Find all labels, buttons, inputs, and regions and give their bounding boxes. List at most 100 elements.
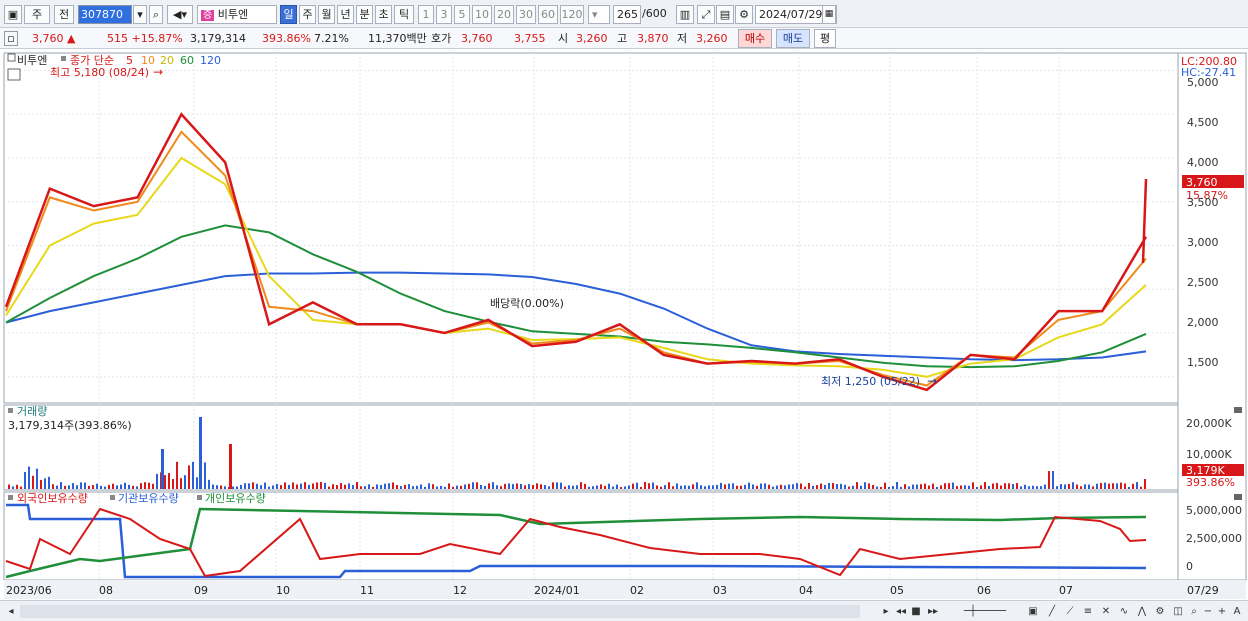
prev-button[interactable]: 전 (54, 5, 74, 24)
volume-bar (924, 483, 926, 489)
volume-bar (736, 485, 738, 489)
period-second[interactable]: 초 (375, 5, 392, 24)
volume-bar (428, 483, 430, 489)
rewind-icon[interactable]: ◂◂ (894, 604, 908, 619)
zoom-out-icon[interactable]: − (1202, 604, 1214, 619)
draw-fib-icon[interactable]: ≡ (1080, 604, 1096, 619)
volume-bar (1080, 486, 1082, 489)
volume-bar (312, 483, 314, 489)
last-price-value: 3,760 (1186, 176, 1218, 189)
period-tick[interactable]: 틱 (394, 5, 414, 24)
scrollbar-track[interactable] (20, 605, 860, 618)
volume-bar (224, 486, 226, 489)
quote-toggle-icon[interactable]: ▫ (4, 31, 18, 46)
volume-bar (696, 482, 698, 489)
volume-bar (448, 483, 450, 489)
interval-20[interactable]: 20 (494, 5, 514, 24)
save-icon[interactable]: ▤ (716, 5, 734, 24)
volume-bar (740, 485, 742, 489)
volume-bar (236, 486, 238, 489)
window-icon[interactable]: ◫ (1170, 604, 1186, 619)
panel-close-icon[interactable] (1234, 494, 1242, 500)
x-axis-label: 05 (890, 584, 904, 597)
draw-line-icon[interactable]: ╱ (1044, 604, 1060, 619)
interval-dropdown[interactable]: ▾ (588, 5, 610, 24)
volume-bar (648, 483, 650, 489)
zoom-slider[interactable]: ─┼───── (948, 604, 1022, 619)
volume-bar (860, 485, 862, 489)
volume-bar (908, 486, 910, 489)
volume-bar (972, 482, 974, 489)
volume-bar (832, 483, 834, 489)
panel-close-icon[interactable] (1234, 407, 1242, 413)
volume-bar (504, 483, 506, 489)
price-chart[interactable]: 비투엔 종가 단순 5 10 20 60 120 최고 5,180 (08/24… (0, 49, 1248, 600)
draw-trend-icon[interactable]: ⟋ (1062, 604, 1078, 619)
draw-pattern-icon[interactable]: ⋀ (1134, 604, 1150, 619)
volume-bar (460, 485, 462, 489)
volume-bar (652, 482, 654, 489)
forward-icon[interactable]: ▸▸ (926, 604, 940, 619)
main-toolbar: ▣ 주 전 307870 ▾ ⌕ ◀▾ 증 비투엔 일 주 월 년 분 초 틱 … (0, 0, 1248, 28)
volume-bar (788, 484, 790, 489)
code-dropdown-icon[interactable]: ▾ (133, 5, 147, 24)
volume-bar (496, 485, 498, 489)
scroll-left-icon[interactable]: ◂ (4, 604, 18, 619)
zoom-in-icon[interactable]: + (1216, 604, 1228, 619)
table-toggle-icon[interactable] (7, 68, 21, 81)
interval-30[interactable]: 30 (516, 5, 536, 24)
period-minute[interactable]: 분 (356, 5, 373, 24)
period-month[interactable]: 월 (318, 5, 335, 24)
buy-button[interactable]: 매수 (738, 29, 772, 48)
volume-bar (96, 483, 98, 489)
candle-type-icon[interactable]: ▥ (676, 5, 694, 24)
interval-120[interactable]: 120 (560, 5, 584, 24)
window-menu-icon[interactable]: ▣ (4, 5, 22, 24)
volume-bar (1068, 483, 1070, 489)
search-icon[interactable]: ⌕ (149, 5, 163, 24)
volume-bar (432, 484, 434, 489)
volume-bar (232, 486, 234, 489)
volume-bar (320, 482, 322, 489)
stock-code-input[interactable]: 307870 (78, 5, 132, 24)
volume-bar (456, 485, 458, 489)
stop-icon[interactable]: ■ (910, 604, 922, 619)
interval-10[interactable]: 10 (472, 5, 492, 24)
volume-bar (348, 483, 350, 489)
market-type-button[interactable]: 주 (24, 5, 50, 24)
toolbox-icon[interactable]: ▣ (1025, 604, 1041, 619)
eval-button[interactable]: 평 (814, 29, 836, 48)
interval-3[interactable]: 3 (436, 5, 452, 24)
period-day[interactable]: 일 (280, 5, 297, 24)
settings-icon[interactable]: ⚙ (1152, 604, 1168, 619)
volume-bar (540, 484, 542, 489)
volume-bar (372, 486, 374, 489)
volume-bar (724, 484, 726, 489)
auto-scale-icon[interactable]: A (1230, 604, 1244, 619)
gear-icon[interactable]: ⚙ (735, 5, 753, 24)
volume-bar (980, 485, 982, 489)
search-zoom-icon[interactable]: ⌕ (1188, 604, 1200, 619)
interval-1[interactable]: 1 (418, 5, 434, 24)
interval-60[interactable]: 60 (538, 5, 558, 24)
draw-wave-icon[interactable]: ∿ (1116, 604, 1132, 619)
period-year[interactable]: 년 (337, 5, 354, 24)
stock-name-field[interactable]: 증 비투엔 (197, 5, 277, 24)
speaker-icon[interactable]: ◀▾ (167, 5, 193, 24)
interval-5[interactable]: 5 (454, 5, 470, 24)
volume-bar (72, 483, 74, 489)
calendar-icon[interactable]: ▦ (822, 5, 836, 24)
volume-bar (612, 486, 614, 489)
volume-bar (180, 478, 182, 489)
period-week[interactable]: 주 (299, 5, 316, 24)
sell-button[interactable]: 매도 (776, 29, 810, 48)
count-input[interactable]: 265 (613, 5, 641, 24)
volume-bar (116, 485, 118, 489)
indicator-icon[interactable]: ⤢ (697, 5, 715, 24)
play-icon[interactable]: ▸ (880, 604, 892, 619)
draw-cross-icon[interactable]: ✕ (1098, 604, 1114, 619)
volume-bar (280, 485, 282, 489)
volume-bar (912, 484, 914, 489)
volume-bar (500, 486, 502, 489)
volume-bar (920, 484, 922, 489)
